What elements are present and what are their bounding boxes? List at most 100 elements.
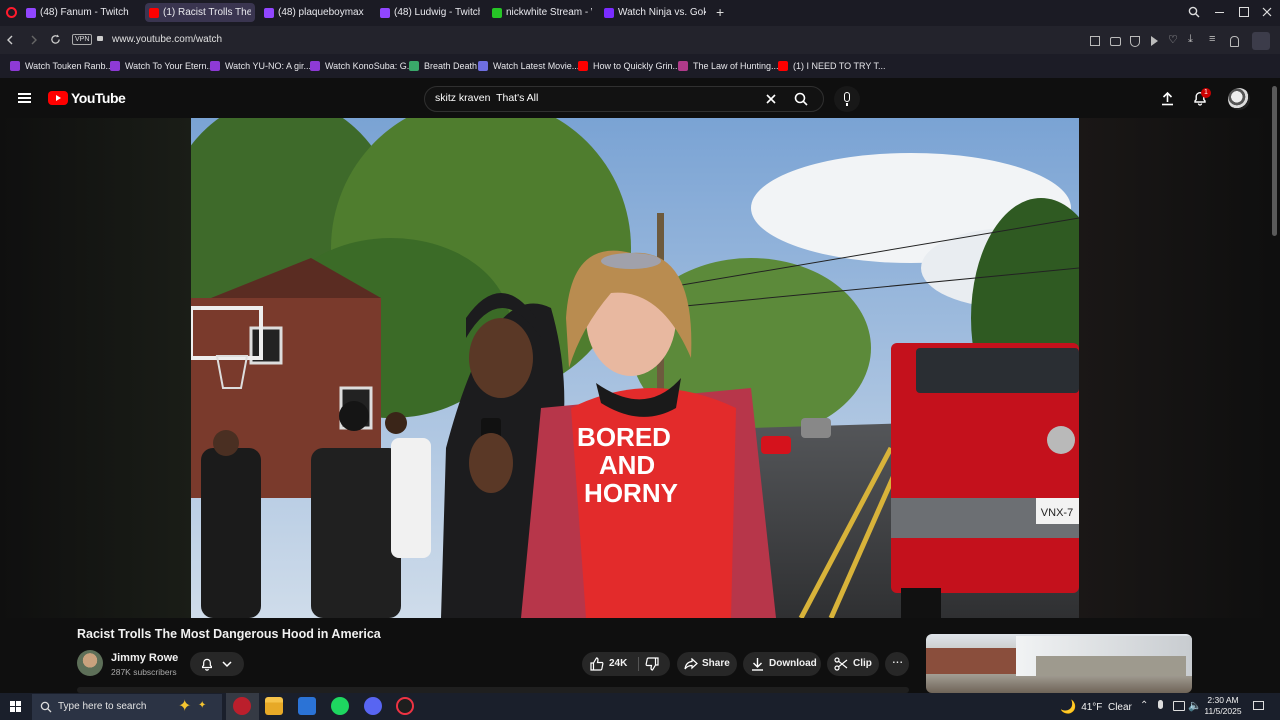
bookmark-label: Breath Death: [424, 61, 478, 71]
bookmark-icon: [210, 61, 220, 71]
notifications-button[interactable]: 1: [1192, 88, 1211, 108]
search-highlight-icon: ✦: [198, 700, 207, 711]
subscriber-count: 287K subscribers: [111, 667, 177, 677]
shield-icon[interactable]: [1130, 36, 1140, 47]
back-icon[interactable]: [5, 35, 15, 45]
bookmark-label: Watch Touken Ranb...: [25, 61, 114, 71]
crunchyroll-icon: [604, 7, 614, 18]
close-window-icon[interactable]: [1262, 7, 1272, 17]
shirt-text-line-3: HORNY: [584, 478, 678, 508]
url-field[interactable]: VPN www.youtube.com/watch: [68, 31, 1078, 50]
search-box[interactable]: skitz kraven That's All: [424, 86, 824, 112]
camera-icon[interactable]: [1110, 37, 1121, 46]
notification-center-icon[interactable]: [1253, 701, 1264, 710]
bookmark-label: The Law of Hunting...: [693, 61, 779, 71]
restore-icon[interactable]: [1239, 7, 1249, 17]
like-divider: [638, 657, 639, 671]
extension-icon[interactable]: [1252, 32, 1270, 50]
bookmark-law-of-hunting[interactable]: The Law of Hunting...: [678, 58, 779, 74]
tab-ninja-gokudo[interactable]: Watch Ninja vs. Gokudo o: [600, 3, 710, 22]
new-tab-icon[interactable]: +: [716, 5, 724, 19]
bookmark-konosuba[interactable]: Watch KonoSuba: G...: [310, 58, 414, 74]
tab-nickwhite[interactable]: nickwhite Stream - Watch: [488, 3, 596, 22]
bookmark-icon: [10, 61, 20, 71]
twitch-icon: [380, 7, 390, 18]
weather-text: 41°F Clear: [1081, 701, 1132, 713]
network-icon[interactable]: [1173, 701, 1185, 711]
weather-widget[interactable]: 🌙 41°F Clear: [1060, 698, 1132, 716]
browser-toolbar-icons: ♡ ⤓ ≡: [1086, 32, 1276, 50]
system-clock[interactable]: 2:30 AM 11/5/2025: [1203, 695, 1243, 717]
youtube-logo[interactable]: YouTube: [48, 90, 126, 106]
share-label: Share: [702, 658, 730, 669]
search-input[interactable]: skitz kraven That's All: [435, 92, 538, 104]
tab-fanum[interactable]: (48) Fanum - Twitch: [22, 3, 140, 22]
heart-icon[interactable]: ♡: [1168, 33, 1178, 46]
clock-time: 2:30 AM: [1207, 695, 1239, 705]
clip-button[interactable]: Clip: [827, 652, 879, 676]
channel-avatar[interactable]: [77, 650, 103, 676]
share-button[interactable]: Share: [677, 652, 737, 676]
page-scrollbar[interactable]: [1272, 86, 1277, 236]
spotify-icon[interactable]: [331, 697, 349, 715]
vpn-badge[interactable]: VPN: [72, 34, 93, 45]
twitch-icon: [264, 7, 274, 18]
license-plate: VNX-7: [1041, 507, 1073, 519]
bookmark-icon: [110, 61, 120, 71]
search-tabs-icon[interactable]: [1188, 6, 1200, 18]
search-highlight-icon: ✦: [178, 698, 192, 715]
video-player[interactable]: VNX-7 BORED AND HORNY: [191, 118, 1079, 618]
taskbar-search-placeholder: Type here to search: [58, 701, 147, 712]
menu-icon[interactable]: ≡: [1209, 33, 1215, 45]
tab-racist-trolls[interactable]: (1) Racist Trolls The M: [145, 3, 255, 22]
bookmark-yu-no[interactable]: Watch YU-NO: A gir...: [210, 58, 311, 74]
video-ambient-left: [0, 118, 191, 618]
discord-icon[interactable]: [364, 697, 382, 715]
microphone-tray-icon[interactable]: [1158, 700, 1163, 709]
search-icon: [40, 701, 52, 713]
reload-icon[interactable]: [50, 34, 61, 45]
upload-icon[interactable]: [1160, 91, 1175, 106]
shirt-text-line-2: AND: [599, 450, 655, 480]
url-text[interactable]: www.youtube.com/watch: [112, 34, 222, 45]
account-avatar[interactable]: [1228, 88, 1250, 110]
bookmark-need-to-try[interactable]: (1) I NEED TO TRY T...: [778, 58, 886, 74]
opera-logo-icon[interactable]: [6, 7, 17, 18]
browser-tab-bar: (48) Fanum - Twitch (1) Racist Trolls Th…: [0, 0, 1280, 26]
like-button[interactable]: 24K: [582, 652, 638, 676]
recommended-video-thumbnail[interactable]: [926, 634, 1192, 693]
bookmark-icon: [478, 61, 488, 71]
taskbar-search[interactable]: Type here to search ✦ ✦: [32, 694, 222, 720]
more-actions-button[interactable]: ···: [885, 652, 909, 676]
microsoft-store-icon[interactable]: [298, 697, 316, 715]
voice-search-button[interactable]: [834, 86, 860, 112]
search-icon[interactable]: [794, 92, 808, 106]
file-explorer-icon[interactable]: [265, 697, 283, 715]
opera-active-indicator: [226, 693, 259, 720]
chat-app-icon[interactable]: [396, 697, 414, 715]
minimize-icon[interactable]: [1215, 12, 1224, 13]
video-ambient-right: [1079, 118, 1270, 618]
bookmark-latest-movies[interactable]: Watch Latest Movie...: [478, 58, 579, 74]
download-icon[interactable]: ⤓: [1188, 33, 1193, 46]
edit-icon[interactable]: [1090, 36, 1100, 46]
clear-search-icon[interactable]: [766, 94, 776, 104]
tab-ludwig[interactable]: (48) Ludwig - Twitch: [376, 3, 484, 22]
hamburger-menu-icon[interactable]: [18, 93, 31, 103]
show-hidden-icons[interactable]: ⌃: [1140, 700, 1148, 711]
windows-start-icon[interactable]: [10, 701, 21, 712]
play-icon[interactable]: [1151, 36, 1158, 46]
volume-icon[interactable]: 🔈: [1188, 699, 1202, 712]
bookmark-touken-ranbu[interactable]: Watch Touken Ranb...: [10, 58, 113, 74]
channel-name[interactable]: Jimmy Rowe: [111, 652, 178, 664]
bookmark-to-your-eternity[interactable]: Watch To Your Etern...: [110, 58, 214, 74]
forward-icon[interactable]: [29, 35, 39, 45]
scissors-icon: [834, 657, 848, 671]
tab-plaqueboymax[interactable]: (48) plaqueboymax - Twit: [260, 3, 370, 22]
profile-icon[interactable]: [1230, 36, 1239, 47]
bookmark-breath-death[interactable]: Breath Death: [409, 58, 477, 74]
subscription-bell-button[interactable]: [190, 652, 244, 676]
download-button[interactable]: Download: [743, 652, 821, 676]
thumbs-down-icon[interactable]: [645, 657, 659, 671]
bookmark-quickly-grind[interactable]: How to Quickly Grin...: [578, 58, 680, 74]
